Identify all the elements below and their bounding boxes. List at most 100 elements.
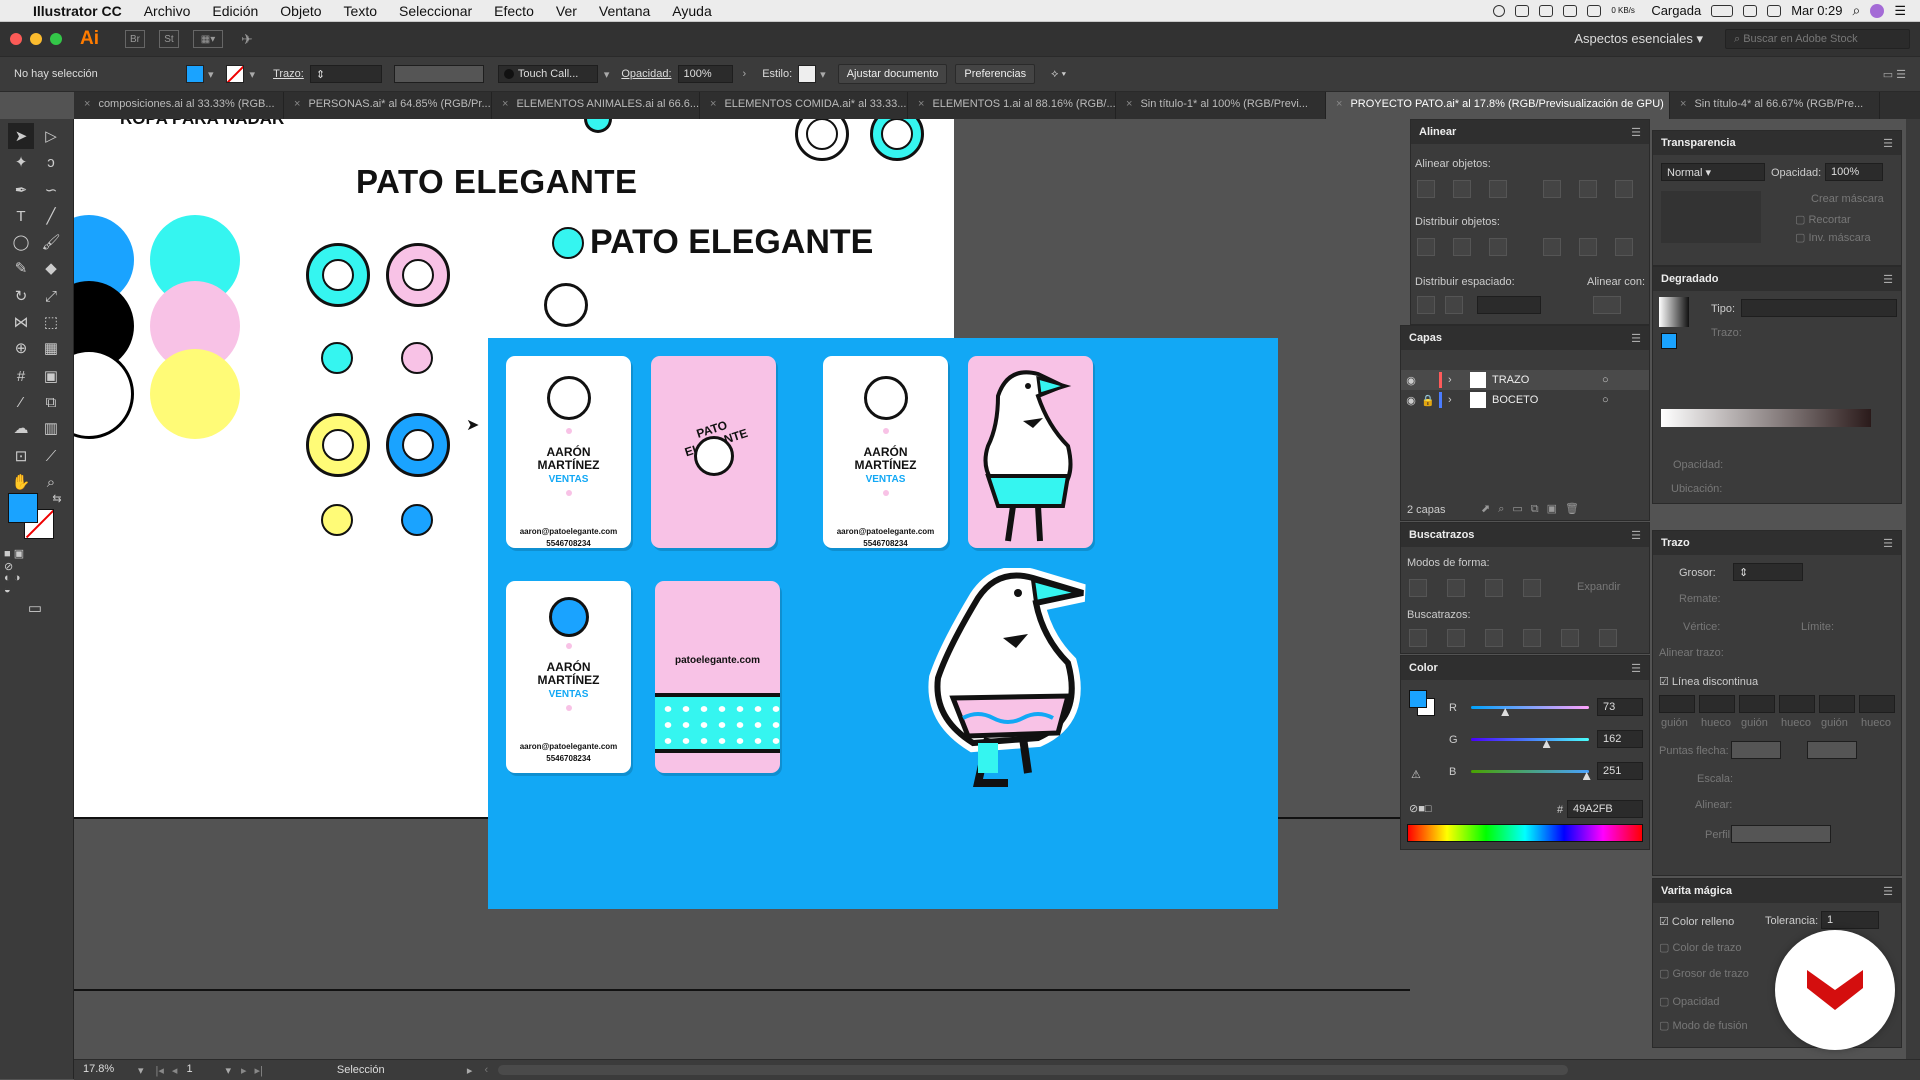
spotlight-icon[interactable]: ⌕ bbox=[1853, 2, 1861, 19]
gradient-type-dropdown[interactable] bbox=[1741, 299, 1897, 317]
red-slider[interactable] bbox=[1471, 706, 1589, 709]
blue-input[interactable]: 251 bbox=[1597, 762, 1643, 780]
transparencia-panel-header[interactable]: Transparencia ☰ bbox=[1653, 131, 1901, 155]
grosor-trazo-checkbox[interactable]: ▢ Grosor de trazo bbox=[1659, 967, 1749, 980]
last-artboard-icon[interactable]: ▸| bbox=[255, 1064, 263, 1077]
layer-name-trazo[interactable]: TRAZO bbox=[1492, 374, 1602, 386]
spacing-input[interactable] bbox=[1477, 296, 1541, 314]
horizontal-scrollbar[interactable] bbox=[498, 1065, 1569, 1075]
opacity-arrow-icon[interactable]: › bbox=[743, 68, 747, 80]
menu-seleccionar[interactable]: Seleccionar bbox=[388, 3, 483, 19]
alinear-panel-header[interactable]: Alinear ☰ bbox=[1411, 120, 1649, 144]
buscatrazos-panel-header[interactable]: Buscatrazos ☰ bbox=[1401, 523, 1649, 547]
siri-icon[interactable] bbox=[1870, 3, 1885, 18]
notification-center-icon[interactable]: ☰ bbox=[1894, 3, 1906, 19]
document-tab[interactable]: × Sin título-4* al 66.67% (RGB/Pre... bbox=[1670, 92, 1880, 119]
slice-tool-icon[interactable]: ⟋ bbox=[38, 443, 64, 469]
business-card-front-alt[interactable]: AARÓN MARTÍNEZ VENTAS aaron@patoelegante… bbox=[506, 581, 631, 773]
ajustar-documento-button[interactable]: Ajustar documento bbox=[837, 64, 948, 84]
business-card-web[interactable]: patoelegante.com bbox=[655, 581, 780, 773]
volume-icon[interactable] bbox=[1767, 4, 1782, 17]
color-mode-icon[interactable]: ■ ▣ ⊘ bbox=[4, 547, 30, 573]
current-tool-status[interactable]: Selección bbox=[337, 1064, 467, 1076]
menu-objeto[interactable]: Objeto bbox=[269, 3, 332, 19]
menu-texto[interactable]: Texto bbox=[333, 3, 388, 19]
fill-swatch[interactable] bbox=[8, 493, 38, 523]
gap-input[interactable] bbox=[1699, 695, 1735, 713]
line-tool-icon[interactable]: ╱ bbox=[38, 203, 64, 229]
distribute-top-icon[interactable] bbox=[1417, 238, 1435, 256]
canvas-area[interactable]: ROPA PARA NADAR PATO ELEGANTE PATO ELEGA… bbox=[74, 119, 1410, 1059]
menu-efecto[interactable]: Efecto bbox=[483, 3, 545, 19]
lasso-tool-icon[interactable]: ↄ bbox=[38, 149, 64, 175]
business-card-front[interactable]: AARÓN MARTÍNEZ VENTAS aaron@patoelegante… bbox=[506, 356, 631, 548]
arrowhead-start-dropdown[interactable] bbox=[1731, 741, 1781, 759]
close-tab-icon[interactable]: × bbox=[1680, 98, 1686, 110]
swap-fill-stroke-icon[interactable]: ⇆ bbox=[44, 485, 70, 511]
trim-icon[interactable] bbox=[1447, 629, 1465, 647]
menu-ventana[interactable]: Ventana bbox=[588, 3, 661, 19]
modo-fusion-checkbox[interactable]: ▢ Modo de fusión bbox=[1659, 1019, 1748, 1032]
red-input[interactable]: 73 bbox=[1597, 698, 1643, 716]
document-tab[interactable]: × PERSONAS.ai* al 64.85% (RGB/Pr... bbox=[284, 92, 492, 119]
color-panel-header[interactable]: Color ☰ bbox=[1401, 656, 1649, 680]
minus-front-icon[interactable] bbox=[1447, 579, 1465, 597]
fill-dropdown-icon[interactable]: ▾ bbox=[208, 68, 214, 81]
opacity-label[interactable]: Opacidad: bbox=[621, 68, 671, 80]
expandir-button[interactable]: Expandir bbox=[1577, 581, 1620, 593]
divide-icon[interactable] bbox=[1409, 629, 1427, 647]
menu-ver[interactable]: Ver bbox=[545, 3, 588, 19]
document-tab[interactable]: × composiciones.ai al 33.33% (RGB... bbox=[74, 92, 284, 119]
unite-icon[interactable] bbox=[1409, 579, 1427, 597]
trazo-label[interactable]: Trazo: bbox=[273, 68, 304, 80]
draw-mode-icon[interactable]: ◐ ◑ ◒ bbox=[4, 571, 30, 597]
record-icon[interactable] bbox=[1493, 4, 1506, 17]
dash-input[interactable] bbox=[1819, 695, 1855, 713]
maximize-window-button[interactable] bbox=[50, 33, 62, 45]
degradado-panel-header[interactable]: Degradado ☰ bbox=[1653, 267, 1901, 291]
battery-icon[interactable] bbox=[1711, 4, 1734, 17]
horizontal-scrollbar-left[interactable]: ‹ bbox=[484, 1064, 488, 1076]
hex-input[interactable]: 49A2FB bbox=[1567, 800, 1643, 818]
layer-name-boceto[interactable]: BOCETO bbox=[1492, 394, 1602, 406]
recortar-checkbox[interactable]: ▢ Recortar bbox=[1795, 213, 1851, 226]
layer-target-icon[interactable]: ○ bbox=[1602, 394, 1609, 406]
brush-definition-dropdown[interactable]: Touch Call... bbox=[497, 65, 598, 83]
out-of-gamut-icon[interactable]: ⚠ bbox=[1411, 768, 1421, 781]
brush-dropdown-icon[interactable]: ▾ bbox=[604, 68, 610, 81]
direct-selection-tool-icon[interactable]: ▷ bbox=[38, 123, 64, 149]
color-trazo-checkbox[interactable]: ▢ Color de trazo bbox=[1659, 941, 1742, 954]
distribute-bottom-icon[interactable] bbox=[1489, 238, 1507, 256]
document-tab[interactable]: × Sin título-1* al 100% (RGB/Previ... bbox=[1116, 92, 1326, 119]
exclude-icon[interactable] bbox=[1523, 579, 1541, 597]
eyedropper-tool-icon[interactable]: ⁄ bbox=[8, 389, 34, 415]
linea-discontinua-checkbox[interactable]: ☑ Línea discontinua bbox=[1659, 675, 1758, 688]
wifi-icon[interactable] bbox=[1743, 4, 1758, 17]
distribute-right-icon[interactable] bbox=[1615, 238, 1633, 256]
layer-target-icon[interactable]: ○ bbox=[1602, 374, 1609, 386]
gradient-preview[interactable] bbox=[1659, 297, 1689, 327]
stroke-dropdown-icon[interactable]: ▾ bbox=[250, 68, 256, 81]
color-spectrum-bar[interactable] bbox=[1407, 824, 1643, 842]
menu-edicion[interactable]: Edición bbox=[201, 3, 269, 19]
transparencia-opacity-input[interactable]: 100% bbox=[1825, 163, 1883, 181]
width-tool-icon[interactable]: ⋈ bbox=[8, 309, 34, 335]
layer-row-boceto[interactable]: ◉ 🔒 › BOCETO ○ bbox=[1401, 390, 1649, 410]
green-slider-thumb[interactable] bbox=[1542, 740, 1551, 748]
opacity-input[interactable]: 100% bbox=[677, 65, 733, 83]
document-tab-active[interactable]: × PROYECTO PATO.ai* al 17.8% (RGB/Previsu… bbox=[1326, 92, 1670, 119]
expand-layer-icon[interactable]: › bbox=[1448, 374, 1464, 386]
style-dropdown-icon[interactable]: ▾ bbox=[820, 68, 826, 81]
minus-back-icon[interactable] bbox=[1599, 629, 1617, 647]
blend-tool-icon[interactable]: ⧉ bbox=[38, 389, 64, 415]
arrowhead-end-dropdown[interactable] bbox=[1807, 741, 1857, 759]
dash-input[interactable] bbox=[1739, 695, 1775, 713]
workspace-switcher[interactable]: Aspectos esenciales ▾ bbox=[1574, 31, 1703, 47]
screen-mode-icon[interactable]: ▭ bbox=[22, 595, 48, 621]
align-top-icon[interactable] bbox=[1543, 180, 1561, 198]
align-to-dropdown[interactable] bbox=[1593, 296, 1621, 314]
perspective-grid-tool-icon[interactable]: ▦ bbox=[38, 335, 64, 361]
crear-mascara-button[interactable]: Crear máscara bbox=[1811, 193, 1884, 205]
magic-wand-tool-icon[interactable]: ✦ bbox=[8, 149, 34, 175]
menubar-clock[interactable]: Mar 0:29 bbox=[1791, 3, 1842, 18]
